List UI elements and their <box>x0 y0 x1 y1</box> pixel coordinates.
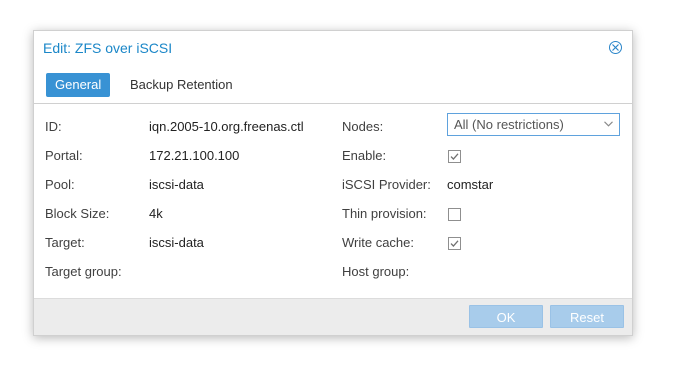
tab-backup-retention[interactable]: Backup Retention <box>130 73 233 97</box>
host-group-label: Host group: <box>342 264 410 279</box>
enable-checkbox[interactable] <box>448 150 461 163</box>
chevron-down-icon <box>604 121 613 127</box>
pool-label: Pool: <box>45 177 75 192</box>
dialog-footer: OK Reset <box>34 298 632 335</box>
block-size-label: Block Size: <box>45 206 110 221</box>
portal-label: Portal: <box>45 148 83 163</box>
close-icon[interactable] <box>609 41 622 54</box>
block-size-value: 4k <box>149 206 163 221</box>
nodes-select-value: All (No restrictions) <box>454 117 564 132</box>
ok-button[interactable]: OK <box>469 305 543 328</box>
pool-value: iscsi-data <box>149 177 204 192</box>
reset-button[interactable]: Reset <box>550 305 624 328</box>
tab-bar: General Backup Retention <box>34 65 632 104</box>
dialog-title: Edit: ZFS over iSCSI <box>43 40 173 56</box>
tab-general[interactable]: General <box>46 73 111 97</box>
dialog-titlebar[interactable]: Edit: ZFS over iSCSI <box>34 31 632 65</box>
iscsi-provider-label: iSCSI Provider: <box>342 177 431 192</box>
id-value: iqn.2005-10.org.freenas.ctl <box>149 119 304 134</box>
target-value: iscsi-data <box>149 235 204 250</box>
edit-storage-dialog: Edit: ZFS over iSCSI General Backup Rete… <box>33 30 633 336</box>
target-group-label: Target group: <box>45 264 122 279</box>
write-cache-checkbox[interactable] <box>448 237 461 250</box>
write-cache-label: Write cache: <box>342 235 415 250</box>
nodes-select[interactable]: All (No restrictions) <box>447 113 620 136</box>
id-label: ID: <box>45 119 62 134</box>
enable-label: Enable: <box>342 148 387 163</box>
portal-value: 172.21.100.100 <box>149 148 240 163</box>
nodes-label: Nodes: <box>342 119 384 134</box>
target-label: Target: <box>45 235 85 250</box>
thin-provision-checkbox[interactable] <box>448 208 461 221</box>
checkmark-icon <box>450 153 459 160</box>
iscsi-provider-value: comstar <box>447 177 494 192</box>
checkmark-icon <box>450 240 459 247</box>
thin-provision-label: Thin provision: <box>342 206 427 221</box>
